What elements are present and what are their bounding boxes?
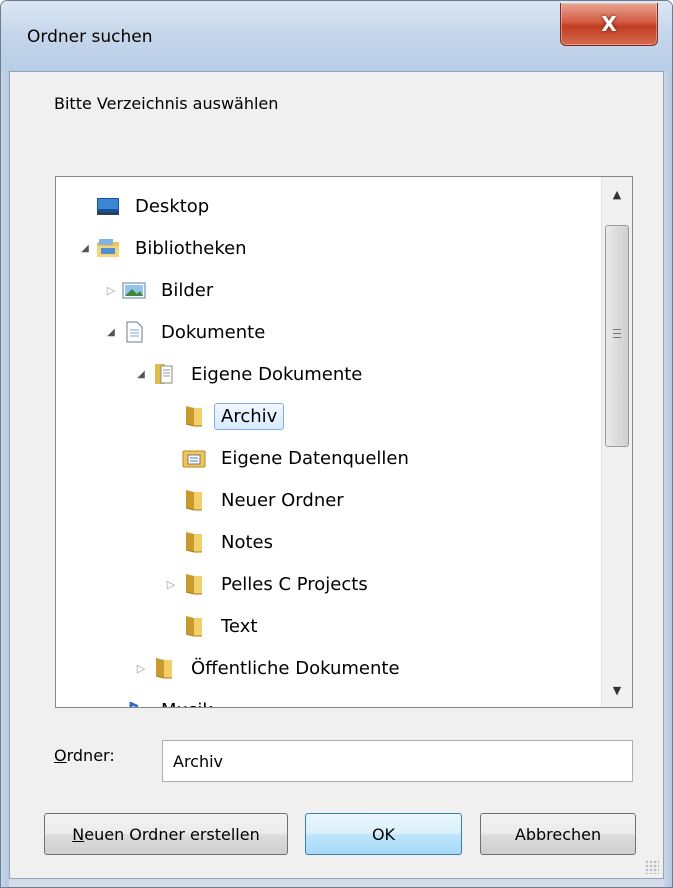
- collapsed-arrow-icon[interactable]: ▷: [164, 577, 178, 591]
- tree-item-label: Dokumente: [161, 321, 266, 343]
- scroll-grip-icon: [613, 329, 621, 339]
- window-title: Ordner suchen: [27, 27, 153, 47]
- tree-item-label: Eigene Datenquellen: [221, 447, 409, 469]
- collapsed-arrow-icon[interactable]: ▷: [104, 283, 118, 297]
- tree-item[interactable]: Eigene Datenquellen: [164, 439, 416, 477]
- tree-item-label: Pelles C Projects: [221, 573, 368, 595]
- close-icon: X: [601, 12, 617, 36]
- cancel-button[interactable]: Abbrechen: [480, 813, 636, 855]
- instruction-text: Bitte Verzeichnis auswählen: [54, 94, 279, 113]
- folder-icon: [182, 531, 206, 553]
- new-folder-button[interactable]: Neuen Ordner erstellen: [44, 813, 288, 855]
- window-frame-right: [664, 71, 672, 887]
- resize-grip-icon[interactable]: [645, 860, 659, 874]
- documents-icon: [122, 321, 146, 343]
- tree-item[interactable]: Desktop: [78, 187, 216, 225]
- window-frame-left: [1, 71, 9, 887]
- expanded-arrow-icon[interactable]: ◢: [134, 367, 148, 381]
- tree-item-label: Notes: [221, 531, 273, 553]
- folder-icon: [182, 405, 206, 427]
- folder-icon: [182, 573, 206, 595]
- folder-browse-dialog: Ordner suchen X Bitte Verzeichnis auswäh…: [0, 0, 673, 888]
- close-button[interactable]: X: [560, 3, 658, 46]
- tree-item-label: Bilder: [161, 279, 214, 301]
- tree-vertical-scrollbar[interactable]: ▲ ▼: [601, 177, 632, 707]
- desktop-icon: [96, 195, 120, 217]
- expanded-arrow-icon[interactable]: ◢: [78, 241, 92, 255]
- scroll-down-arrow-icon[interactable]: ▼: [602, 673, 632, 707]
- tree-item-label: Neuer Ordner: [221, 489, 344, 511]
- tree-item[interactable]: ◢ Eigene Dokumente: [134, 355, 369, 393]
- pictures-icon: [122, 279, 146, 301]
- folder-label: Ordner:: [54, 746, 115, 765]
- collapsed-arrow-icon[interactable]: ▷: [134, 661, 148, 675]
- scroll-up-arrow-icon[interactable]: ▲: [602, 177, 632, 211]
- tree-item-label: Desktop: [135, 195, 210, 217]
- libraries-icon: [96, 237, 120, 259]
- tree-item[interactable]: Notes: [164, 523, 280, 561]
- music-icon: [122, 699, 146, 707]
- folder-icon: [152, 657, 176, 679]
- tree-item[interactable]: Neuer Ordner: [164, 481, 351, 519]
- tree-item-label: Musik: [154, 697, 220, 708]
- title-bar[interactable]: Ordner suchen X: [1, 1, 672, 71]
- ok-button[interactable]: OK: [305, 813, 462, 855]
- collapsed-arrow-icon[interactable]: ▷: [104, 703, 118, 708]
- tree-item[interactable]: ▷ Musik: [104, 691, 220, 708]
- tree-item-label: Text: [221, 615, 258, 637]
- folder-name-input[interactable]: [162, 740, 633, 782]
- tree-item[interactable]: ▷ Pelles C Projects: [164, 565, 375, 603]
- tree-item-label: Bibliotheken: [135, 237, 247, 259]
- tree-item[interactable]: Text: [164, 607, 264, 645]
- documents-folder-icon: [152, 363, 176, 385]
- tree-item[interactable]: ▷ Öffentliche Dokumente: [134, 649, 407, 687]
- folder-tree[interactable]: Desktop ◢ Bibliotheken ▷ Bilder ◢ Dokumente ◢ Ei…: [55, 176, 633, 708]
- tree-item-label: Archiv: [214, 402, 285, 430]
- scroll-thumb[interactable]: [605, 225, 629, 447]
- folder-icon: [182, 615, 206, 637]
- tree-item-label: Öffentliche Dokumente: [191, 657, 400, 679]
- tree-item[interactable]: Archiv: [164, 397, 285, 435]
- tree-item[interactable]: ◢ Bibliotheken: [78, 229, 254, 267]
- tree-item[interactable]: ◢ Dokumente: [104, 313, 272, 351]
- tree-item[interactable]: ▷ Bilder: [104, 271, 220, 309]
- tree-item-label: Eigene Dokumente: [191, 363, 363, 385]
- datasource-folder-icon: [182, 447, 206, 469]
- dialog-client-area: Bitte Verzeichnis auswählen Desktop ◢ Bibl…: [9, 71, 664, 879]
- expanded-arrow-icon[interactable]: ◢: [104, 325, 118, 339]
- folder-icon: [182, 489, 206, 511]
